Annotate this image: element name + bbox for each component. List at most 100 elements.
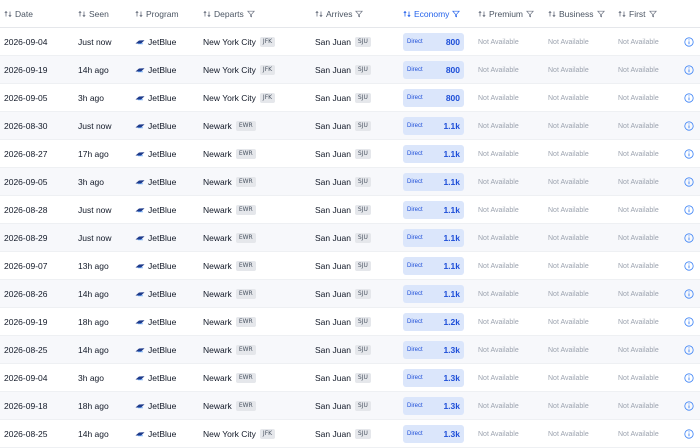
info-icon[interactable] (684, 121, 694, 131)
economy-price: 1.1k (443, 261, 460, 271)
filter-icon[interactable] (526, 10, 534, 18)
sort-icon[interactable] (478, 10, 486, 18)
filter-icon[interactable] (355, 10, 364, 18)
first-cell: Not Available (618, 234, 659, 242)
info-icon[interactable] (684, 401, 694, 411)
flight-type-label: Direct (407, 319, 423, 325)
departs-city: Newark (203, 317, 232, 327)
table-row[interactable]: 2026-09-07 13h ago JetBlue Newark EWR San Jua… (0, 252, 700, 280)
info-icon[interactable] (684, 261, 694, 271)
date-cell: 2026-08-25 (4, 429, 48, 439)
table-row[interactable]: 2026-08-25 14h ago JetBlue New York City JFK… (0, 420, 700, 448)
program-cell: JetBlue (135, 84, 176, 112)
economy-fare-badge[interactable]: Direct 1.3k (403, 341, 464, 359)
economy-fare-badge[interactable]: Direct 1.1k (403, 145, 464, 163)
airport-code-badge: EWR (235, 345, 256, 355)
sort-icon[interactable] (403, 10, 411, 18)
sort-icon[interactable] (315, 10, 323, 18)
filter-icon[interactable] (596, 10, 605, 18)
info-icon[interactable] (684, 373, 694, 383)
premium-cell: Not Available (478, 38, 519, 46)
airport-code-badge: SJU (354, 289, 371, 299)
airport-code-badge: EWR (235, 289, 256, 299)
program-cell: JetBlue (135, 56, 176, 84)
table-row[interactable]: 2026-08-25 14h ago JetBlue Newark EWR San Jua… (0, 336, 700, 364)
economy-fare-badge[interactable]: Direct 1.1k (403, 285, 464, 303)
header-label: Economy (414, 9, 450, 19)
date-cell: 2026-08-28 (4, 205, 48, 215)
filter-icon[interactable] (452, 10, 461, 18)
economy-fare-badge[interactable]: Direct 1.1k (403, 173, 464, 191)
filter-icon[interactable] (246, 10, 255, 18)
economy-fare-badge[interactable]: Direct 800 (403, 89, 464, 107)
sort-icon[interactable] (618, 10, 626, 18)
header-seen[interactable]: Seen (78, 0, 112, 28)
header-economy[interactable]: Economy (403, 0, 461, 28)
airport-code-badge: JFK (259, 429, 276, 439)
sort-icon[interactable] (548, 10, 556, 18)
departs-cell: Newark EWR (203, 392, 256, 420)
header-business[interactable]: Business (548, 0, 605, 28)
table-row[interactable]: 2026-08-27 17h ago JetBlue Newark EWR San Jua… (0, 140, 700, 168)
premium-cell: Not Available (478, 206, 519, 214)
table-row[interactable]: 2026-09-04 Just now JetBlue New York City JF… (0, 28, 700, 56)
sort-icon[interactable] (78, 10, 86, 18)
info-icon[interactable] (684, 345, 694, 355)
sort-icon[interactable] (135, 10, 143, 18)
header-premium[interactable]: Premium (478, 0, 534, 28)
economy-fare-badge[interactable]: Direct 800 (403, 61, 464, 79)
economy-fare-badge[interactable]: Direct 1.1k (403, 117, 464, 135)
info-icon[interactable] (684, 429, 694, 439)
header-departs[interactable]: Departs (203, 0, 255, 28)
table-row[interactable]: 2026-09-04 3h ago JetBlue Newark EWR San Juan… (0, 364, 700, 392)
header-program[interactable]: Program (135, 0, 182, 28)
header-arrives[interactable]: Arrives (315, 0, 364, 28)
economy-fare-badge[interactable]: Direct 1.3k (403, 397, 464, 415)
info-icon[interactable] (684, 177, 694, 187)
flight-type-label: Direct (407, 375, 423, 381)
info-icon[interactable] (684, 93, 694, 103)
economy-fare-badge[interactable]: Direct 1.3k (403, 369, 464, 387)
info-icon[interactable] (684, 65, 694, 75)
economy-fare-badge[interactable]: Direct 1.1k (403, 229, 464, 247)
airport-code-badge: SJU (354, 121, 371, 131)
economy-fare-badge[interactable]: Direct 1.1k (403, 201, 464, 219)
header-first[interactable]: First (618, 0, 657, 28)
table-row[interactable]: 2026-09-18 18h ago JetBlue Newark EWR San Jua… (0, 392, 700, 420)
table-row[interactable]: 2026-08-29 Just now JetBlue Newark EWR San Ju… (0, 224, 700, 252)
table-row[interactable]: 2026-09-05 3h ago JetBlue New York City JFK S… (0, 84, 700, 112)
table-row[interactable]: 2026-09-05 3h ago JetBlue Newark EWR San Juan… (0, 168, 700, 196)
arrives-cell: San Juan SJU (315, 224, 371, 252)
info-icon[interactable] (684, 37, 694, 47)
flight-type-label: Direct (407, 431, 423, 437)
filter-icon[interactable] (648, 10, 657, 18)
departs-city: Newark (203, 261, 232, 271)
departs-cell: Newark EWR (203, 280, 256, 308)
economy-fare-badge[interactable]: Direct 1.1k (403, 257, 464, 275)
table-row[interactable]: 2026-08-30 Just now JetBlue Newark EWR San Ju… (0, 112, 700, 140)
table-row[interactable]: 2026-09-19 14h ago JetBlue New York City JFK… (0, 56, 700, 84)
info-icon[interactable] (684, 317, 694, 327)
economy-fare-badge[interactable]: Direct 1.2k (403, 313, 464, 331)
departs-city: New York City (203, 65, 256, 75)
table-row[interactable]: 2026-09-19 18h ago JetBlue Newark EWR San Jua… (0, 308, 700, 336)
business-cell: Not Available (548, 38, 589, 46)
info-icon[interactable] (684, 289, 694, 299)
flight-type-label: Direct (407, 95, 423, 101)
table-row[interactable]: 2026-08-26 14h ago JetBlue Newark EWR San Jua… (0, 280, 700, 308)
arrives-city: San Juan (315, 261, 351, 271)
program-cell: JetBlue (135, 140, 176, 168)
table-row[interactable]: 2026-08-28 Just now JetBlue Newark EWR San Ju… (0, 196, 700, 224)
info-icon[interactable] (684, 149, 694, 159)
info-icon[interactable] (684, 233, 694, 243)
departs-city: New York City (203, 37, 256, 47)
economy-price: 1.3k (443, 345, 460, 355)
header-date[interactable]: Date (4, 0, 36, 28)
economy-fare-badge[interactable]: Direct 800 (403, 33, 464, 51)
economy-fare-badge[interactable]: Direct 1.3k (403, 425, 464, 443)
date-cell: 2026-08-29 (4, 233, 48, 243)
sort-icon[interactable] (4, 10, 12, 18)
sort-icon[interactable] (203, 10, 211, 18)
info-icon[interactable] (684, 205, 694, 215)
flight-type-label: Direct (407, 347, 423, 353)
